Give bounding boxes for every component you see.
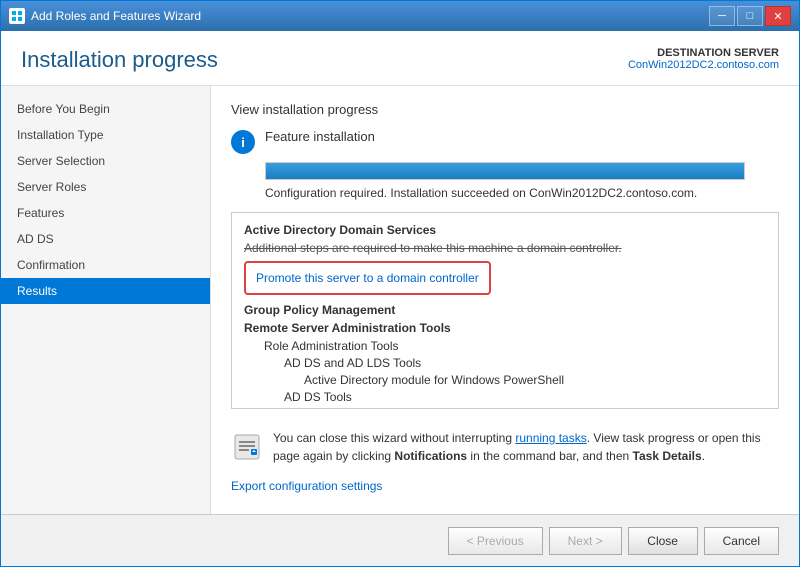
results-scroll[interactable]: Active Directory Domain Services Additio… xyxy=(232,213,778,408)
result-adds-lds: AD DS and AD LDS Tools xyxy=(284,356,766,370)
wizard-header: Installation progress DESTINATION SERVER… xyxy=(1,31,799,86)
minimize-button[interactable]: ─ xyxy=(709,6,735,26)
dest-server-label: DESTINATION SERVER xyxy=(628,47,779,59)
sidebar-item-server-roles[interactable]: Server Roles xyxy=(1,174,210,200)
export-link[interactable]: Export configuration settings xyxy=(231,479,382,493)
previous-button[interactable]: < Previous xyxy=(448,527,543,555)
feature-label: Feature installation xyxy=(265,129,375,144)
result-gpm-heading: Group Policy Management xyxy=(244,303,766,317)
result-ads-tools: AD DS Tools xyxy=(284,390,766,404)
content-area: View installation progress i Feature ins… xyxy=(211,86,799,514)
close-window-button[interactable]: ✕ xyxy=(765,6,791,26)
sidebar-item-server-selection[interactable]: Server Selection xyxy=(1,148,210,174)
note-text: You can close this wizard without interr… xyxy=(273,429,779,465)
result-rsat-heading: Remote Server Administration Tools xyxy=(244,321,766,335)
page-title: Installation progress xyxy=(21,47,218,73)
wizard-footer: < Previous Next > Close Cancel xyxy=(1,514,799,566)
main-content: Installation progress DESTINATION SERVER… xyxy=(1,31,799,566)
title-bar-text: Add Roles and Features Wizard xyxy=(31,9,201,23)
result-adac: Active Directory Administrative Center xyxy=(304,407,766,408)
cancel-button[interactable]: Cancel xyxy=(704,527,779,555)
wizard-window: Add Roles and Features Wizard ─ □ ✕ Inst… xyxy=(0,0,800,567)
next-button[interactable]: Next > xyxy=(549,527,622,555)
destination-server: DESTINATION SERVER ConWin2012DC2.contoso… xyxy=(628,47,779,71)
dest-server-name: ConWin2012DC2.contoso.com xyxy=(628,59,779,71)
progress-bar xyxy=(265,162,745,180)
progress-bar-fill xyxy=(266,163,744,179)
sidebar-item-confirmation[interactable]: Confirmation xyxy=(1,252,210,278)
title-bar-buttons: ─ □ ✕ xyxy=(709,6,791,26)
result-ad-powershell: Active Directory module for Windows Powe… xyxy=(304,373,766,387)
info-icon: i xyxy=(231,130,255,154)
note-section: You can close this wizard without interr… xyxy=(231,421,779,473)
promote-link-box[interactable]: Promote this server to a domain controll… xyxy=(244,261,491,295)
sidebar-item-ad-ds[interactable]: AD DS xyxy=(1,226,210,252)
progress-section: i Feature installation xyxy=(231,129,779,154)
result-rat: Role Administration Tools xyxy=(264,339,766,353)
sidebar-item-installation-type[interactable]: Installation Type xyxy=(1,122,210,148)
title-bar: Add Roles and Features Wizard ─ □ ✕ xyxy=(1,1,799,31)
app-icon xyxy=(9,8,25,24)
promote-link[interactable]: Promote this server to a domain controll… xyxy=(256,271,479,285)
result-ad-ds-heading: Active Directory Domain Services xyxy=(244,223,766,237)
close-button[interactable]: Close xyxy=(628,527,698,555)
sidebar-item-before-you-begin[interactable]: Before You Begin xyxy=(1,96,210,122)
sidebar-item-features[interactable]: Features xyxy=(1,200,210,226)
success-text: Configuration required. Installation suc… xyxy=(265,186,779,200)
note-icon xyxy=(231,431,263,463)
sidebar: Before You Begin Installation Type Serve… xyxy=(1,86,211,514)
content-subtitle: View installation progress xyxy=(231,102,779,117)
wizard-body: Before You Begin Installation Type Serve… xyxy=(1,86,799,514)
maximize-button[interactable]: □ xyxy=(737,6,763,26)
results-box: Active Directory Domain Services Additio… xyxy=(231,212,779,409)
title-bar-left: Add Roles and Features Wizard xyxy=(9,8,201,24)
progress-bar-container xyxy=(265,162,779,180)
result-ad-ds-note: Additional steps are required to make th… xyxy=(244,241,766,255)
sidebar-item-results[interactable]: Results xyxy=(1,278,210,304)
